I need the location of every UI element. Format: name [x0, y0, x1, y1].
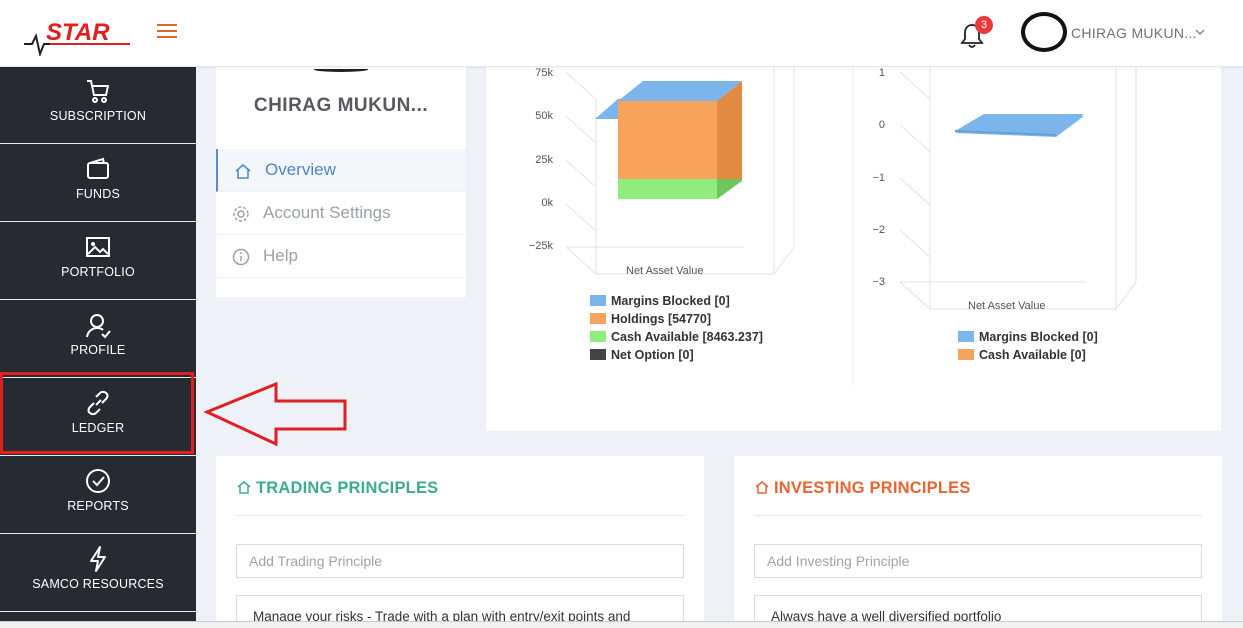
net-asset-charts-card: 75k 50k 25k 0k −25k Net Asset Value Marg…: [486, 67, 1221, 431]
legend-label: Cash Available [8463.237]: [611, 330, 763, 344]
sidebar-item-label: SAMCO RESOURCES: [32, 577, 164, 591]
sidebar-item-label: LEDGER: [71, 421, 125, 435]
chart1-tick: 0k: [541, 197, 553, 209]
horizontal-scrollbar[interactable]: [0, 621, 1243, 628]
chart2-tick: −3: [872, 276, 885, 288]
divider: [754, 515, 1202, 516]
annotation-arrow-icon: [204, 382, 347, 446]
legend-swatch: [590, 349, 606, 360]
chevron-down-icon[interactable]: [1194, 26, 1206, 38]
menu-item-help[interactable]: Help: [216, 235, 466, 278]
user-name[interactable]: CHIRAG MUKUN...: [1071, 25, 1197, 41]
sidebar-item-label: PROFILE: [70, 343, 126, 357]
profile-name: CHIRAG MUKUN...: [253, 95, 429, 116]
legend-label: Holdings [54770]: [611, 312, 712, 326]
chart1-bar-cash-side: [717, 179, 742, 199]
legend-swatch: [958, 349, 974, 360]
trading-principles-title: TRADING PRINCIPLES: [236, 479, 438, 498]
chart1-xlabel: Net Asset Value: [626, 265, 704, 277]
link-icon: [87, 390, 109, 416]
sidebar-item-label: SUBSCRIPTION: [49, 109, 147, 123]
sidebar-item-ledger[interactable]: LEDGER: [0, 379, 196, 456]
chart1-legend-item[interactable]: Net Option [0]: [590, 348, 694, 362]
sidebar-item-label: REPORTS: [67, 499, 129, 513]
top-bar: STAR 3 CHIRAG MUKUN...: [0, 0, 1243, 67]
chart2-tick: 0: [878, 119, 885, 131]
chart2-legend-item[interactable]: Margins Blocked [0]: [958, 330, 1098, 344]
add-trading-principle-input[interactable]: [236, 544, 684, 578]
cart-icon: [87, 80, 110, 103]
home-icon: [237, 481, 251, 494]
chart2-tick: −2: [872, 224, 885, 236]
sidebar-item-subscription[interactable]: SUBSCRIPTION: [0, 67, 196, 144]
gear-icon: [233, 206, 249, 222]
image-icon: [86, 237, 110, 257]
hamburger-menu-icon[interactable]: [157, 24, 177, 40]
chart1-tick: 50k: [535, 110, 553, 122]
star-logo[interactable]: STAR: [22, 14, 134, 56]
legend-label: Margins Blocked [0]: [611, 294, 730, 308]
chart1-bar: [595, 81, 742, 199]
sidebar-item-label: FUNDS: [75, 187, 121, 201]
chart1-tick: 75k: [535, 67, 553, 79]
legend-label: Cash Available [0]: [979, 348, 1086, 362]
chart2-tick: −1: [872, 172, 885, 184]
investing-principles-title: INVESTING PRINCIPLES: [754, 479, 971, 498]
chart1-bar-cash-front: [618, 179, 717, 199]
chart2-tick: 1: [878, 67, 885, 79]
menu-item-overview[interactable]: Overview: [216, 149, 466, 192]
chart1-legend-item[interactable]: Margins Blocked [0]: [590, 294, 730, 308]
brand-text: STAR: [46, 19, 110, 46]
legend-swatch: [590, 313, 606, 324]
legend-swatch: [958, 331, 974, 342]
info-icon: [232, 248, 250, 266]
lightning-icon: [90, 546, 106, 572]
menu-item-label: Overview: [265, 160, 336, 179]
wallet-icon: [87, 157, 109, 179]
user-check-icon: [86, 314, 111, 339]
menu-item-label: Help: [263, 246, 298, 265]
investing-principles-card: INVESTING PRINCIPLES Always have a well …: [734, 456, 1222, 628]
check-circle-icon: [86, 469, 110, 493]
sidebar-item-label: PORTFOLIO: [61, 265, 135, 279]
home-icon: [235, 164, 251, 179]
legend-swatch: [590, 331, 606, 342]
sidebar-item-portfolio[interactable]: PORTFOLIO: [0, 223, 196, 300]
notification-badge: 3: [975, 16, 993, 34]
legend-swatch: [590, 295, 606, 306]
avatar[interactable]: [1021, 12, 1067, 52]
sidebar-item-funds[interactable]: FUNDS: [0, 145, 196, 222]
sidebar: SUBSCRIPTION FUNDS PORTFOLIO PROFILE LED…: [0, 67, 196, 628]
sidebar-item-profile[interactable]: PROFILE: [0, 301, 196, 378]
trading-principles-card: TRADING PRINCIPLES Manage your risks - T…: [216, 456, 704, 628]
chart1-bar-holdings-front: [618, 101, 717, 179]
profile-photo: [314, 67, 368, 72]
divider: [236, 515, 684, 516]
profile-card: CHIRAG MUKUN... Overview Account Setting…: [216, 67, 466, 297]
trading-title-text: TRADING PRINCIPLES: [256, 479, 439, 497]
legend-label: Margins Blocked [0]: [979, 330, 1098, 344]
chart1-tick: 25k: [535, 154, 553, 166]
investing-title-text: INVESTING PRINCIPLES: [774, 479, 971, 497]
add-investing-principle-input[interactable]: [754, 544, 1202, 578]
chart1-legend-item[interactable]: Cash Available [8463.237]: [590, 330, 763, 344]
chart1-legend-item[interactable]: Holdings [54770]: [590, 312, 711, 326]
chart2-xlabel: Net Asset Value: [968, 300, 1046, 312]
chart2-legend-item[interactable]: Cash Available [0]: [958, 348, 1086, 362]
sidebar-item-reports[interactable]: REPORTS: [0, 457, 196, 534]
legend-label: Net Option [0]: [611, 348, 694, 362]
sidebar-item-samco-resources[interactable]: SAMCO RESOURCES: [0, 535, 196, 612]
menu-item-account-settings[interactable]: Account Settings: [216, 192, 466, 235]
home-icon: [755, 481, 769, 494]
chart1-tick: −25k: [528, 240, 553, 252]
menu-item-label: Account Settings: [263, 203, 391, 222]
